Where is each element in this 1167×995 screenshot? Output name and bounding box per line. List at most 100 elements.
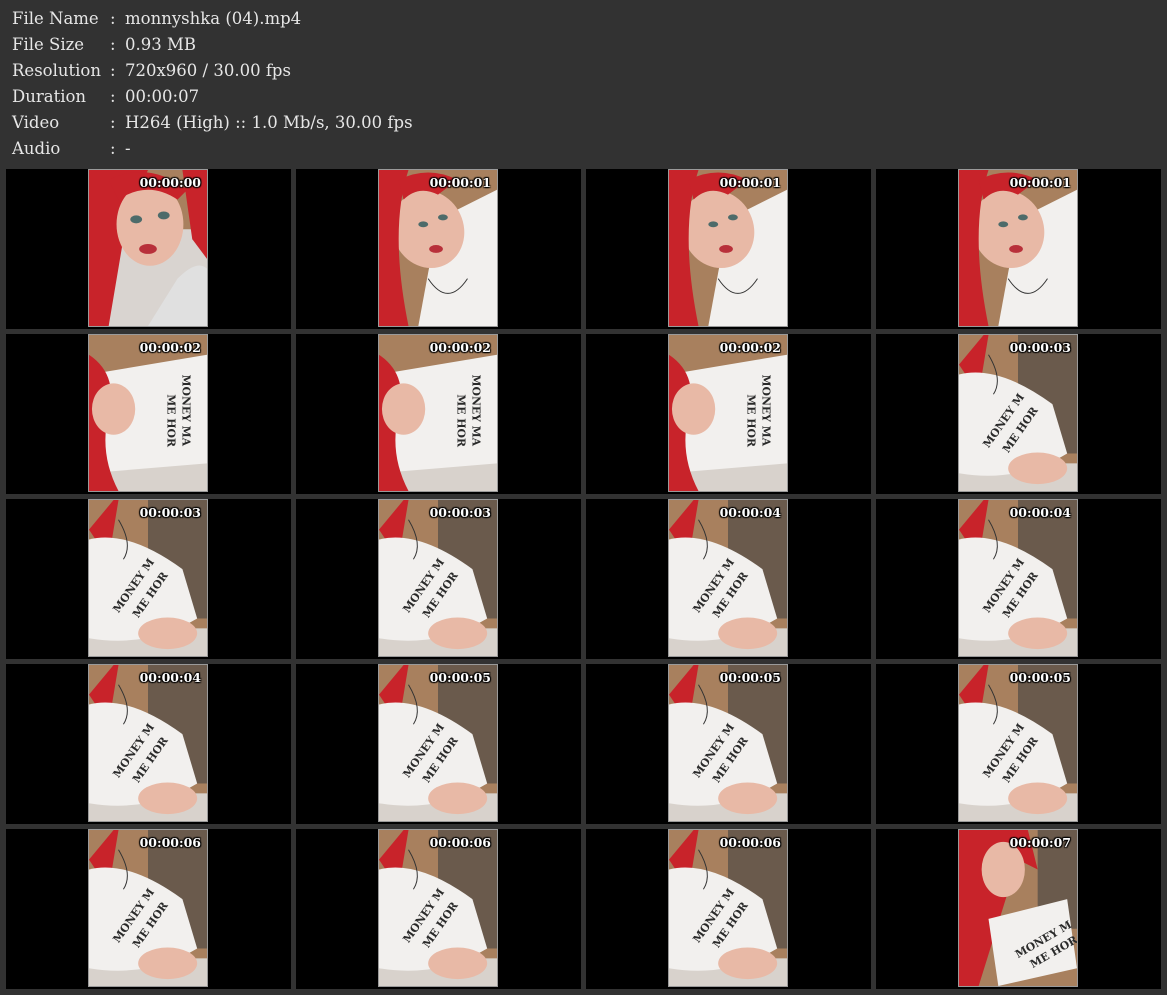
- thumbnail-cell: MONEY M ME HOR 00:00:04: [6, 664, 291, 824]
- frame-timestamp: 00:00:04: [139, 670, 201, 685]
- file-size-label: File Size: [12, 35, 85, 54]
- video-frame-thumbnail: MONEY M ME HOR 00:00:05: [378, 664, 498, 822]
- video-frame-thumbnail: MONEY M ME HOR 00:00:05: [958, 664, 1078, 822]
- svg-text:MONEY MA: MONEY MA: [469, 374, 482, 446]
- thumbnail-cell: 00:00:01: [586, 169, 871, 329]
- frame-timestamp: 00:00:06: [719, 835, 781, 850]
- frame-image: MONEY M ME HOR: [959, 830, 1077, 986]
- frame-image: [89, 170, 207, 326]
- frame-timestamp: 00:00:07: [1009, 835, 1071, 850]
- video-frame-thumbnail: MONEY MA ME HOR 00:00:02: [378, 334, 498, 492]
- thumbnail-cell: MONEY M ME HOR 00:00:03: [876, 334, 1161, 494]
- video-frame-thumbnail: MONEY M ME HOR 00:00:04: [668, 499, 788, 657]
- video-value: H264 (High) :: 1.0 Mb/s, 30.00 fps: [125, 113, 413, 132]
- thumbnail-cell: 00:00:01: [876, 169, 1161, 329]
- video-frame-thumbnail: MONEY M ME HOR 00:00:06: [668, 829, 788, 987]
- duration-label: Duration: [12, 87, 87, 106]
- video-frame-thumbnail: MONEY M ME HOR 00:00:04: [88, 664, 208, 822]
- video-frame-thumbnail: MONEY MA ME HOR 00:00:02: [668, 334, 788, 492]
- thumbnail-cell: MONEY M ME HOR 00:00:06: [296, 829, 581, 989]
- frame-image: MONEY M ME HOR: [89, 500, 207, 656]
- frame-timestamp: 00:00:06: [139, 835, 201, 850]
- file-name-colon: :: [110, 9, 116, 28]
- frame-image: MONEY MA ME HOR: [669, 335, 787, 491]
- resolution-value: 720x960 / 30.00 fps: [125, 61, 291, 80]
- frame-timestamp: 00:00:01: [719, 175, 781, 190]
- audio-colon: :: [110, 139, 116, 158]
- video-frame-thumbnail: 00:00:01: [378, 169, 498, 327]
- video-frame-thumbnail: 00:00:01: [668, 169, 788, 327]
- file-size-colon: :: [110, 35, 116, 54]
- duration-value: 00:00:07: [125, 87, 200, 106]
- file-size-value: 0.93 MB: [125, 35, 197, 54]
- video-frame-thumbnail: MONEY M ME HOR 00:00:05: [668, 664, 788, 822]
- frame-timestamp: 00:00:03: [139, 505, 201, 520]
- video-frame-thumbnail: MONEY M ME HOR 00:00:06: [88, 829, 208, 987]
- video-frame-thumbnail: 00:00:00: [88, 169, 208, 327]
- frame-image: MONEY M ME HOR: [669, 830, 787, 986]
- video-frame-thumbnail: MONEY M ME HOR 00:00:03: [88, 499, 208, 657]
- frame-image: MONEY M ME HOR: [959, 665, 1077, 821]
- file-name-label: File Name: [12, 9, 99, 28]
- video-colon: :: [110, 113, 116, 132]
- frame-image: MONEY M ME HOR: [959, 500, 1077, 656]
- frame-image: MONEY M ME HOR: [89, 665, 207, 821]
- frame-image: MONEY M ME HOR: [669, 665, 787, 821]
- thumbnail-cell: MONEY M ME HOR 00:00:05: [296, 664, 581, 824]
- audio-label: Audio: [12, 139, 61, 158]
- frame-image: [379, 170, 497, 326]
- thumbnail-cell: MONEY M ME HOR 00:00:06: [586, 829, 871, 989]
- video-frame-thumbnail: MONEY MA ME HOR 00:00:02: [88, 334, 208, 492]
- frame-timestamp: 00:00:02: [429, 340, 491, 355]
- svg-text:MONEY MA: MONEY MA: [759, 374, 772, 446]
- thumbnail-cell: MONEY M ME HOR 00:00:05: [586, 664, 871, 824]
- frame-timestamp: 00:00:01: [429, 175, 491, 190]
- thumbnail-grid: 00:00:00 00:00:01 00:00:01 00:00:01 MONE…: [6, 169, 1161, 989]
- resolution-label: Resolution: [12, 61, 101, 80]
- frame-image: MONEY MA ME HOR: [89, 335, 207, 491]
- frame-image: [959, 170, 1077, 326]
- frame-timestamp: 00:00:01: [1009, 175, 1071, 190]
- video-frame-thumbnail: MONEY M ME HOR 00:00:04: [958, 499, 1078, 657]
- frame-image: MONEY M ME HOR: [379, 500, 497, 656]
- frame-image: MONEY M ME HOR: [379, 830, 497, 986]
- thumbnail-cell: 00:00:01: [296, 169, 581, 329]
- frame-timestamp: 00:00:06: [429, 835, 491, 850]
- frame-image: [669, 170, 787, 326]
- frame-image: MONEY M ME HOR: [669, 500, 787, 656]
- frame-timestamp: 00:00:04: [1009, 505, 1071, 520]
- thumbnail-cell: MONEY M ME HOR 00:00:04: [586, 499, 871, 659]
- frame-timestamp: 00:00:05: [429, 670, 491, 685]
- video-frame-thumbnail: MONEY M ME HOR 00:00:06: [378, 829, 498, 987]
- frame-timestamp: 00:00:03: [429, 505, 491, 520]
- thumbnail-cell: MONEY M ME HOR 00:00:05: [876, 664, 1161, 824]
- thumbnail-cell: MONEY M ME HOR 00:00:03: [6, 499, 291, 659]
- frame-image: MONEY M ME HOR: [959, 335, 1077, 491]
- resolution-colon: :: [110, 61, 116, 80]
- svg-text:ME HOR: ME HOR: [455, 394, 468, 448]
- frame-timestamp: 00:00:03: [1009, 340, 1071, 355]
- video-label: Video: [12, 113, 60, 132]
- audio-value: -: [125, 139, 131, 158]
- frame-timestamp: 00:00:02: [139, 340, 201, 355]
- thumbnail-cell: MONEY MA ME HOR 00:00:02: [6, 334, 291, 494]
- info-header: File Name : monnyshka (04).mp4 File Size…: [0, 0, 1167, 168]
- file-name-value: monnyshka (04).mp4: [125, 9, 302, 28]
- thumbnail-cell: MONEY MA ME HOR 00:00:02: [586, 334, 871, 494]
- frame-image: MONEY M ME HOR: [379, 665, 497, 821]
- frame-image: MONEY MA ME HOR: [379, 335, 497, 491]
- frame-timestamp: 00:00:05: [1009, 670, 1071, 685]
- svg-text:MONEY MA: MONEY MA: [179, 374, 192, 446]
- frame-timestamp: 00:00:00: [139, 175, 201, 190]
- thumbnail-cell: MONEY M ME HOR 00:00:06: [6, 829, 291, 989]
- frame-timestamp: 00:00:04: [719, 505, 781, 520]
- video-frame-thumbnail: MONEY M ME HOR 00:00:07: [958, 829, 1078, 987]
- video-frame-thumbnail: MONEY M ME HOR 00:00:03: [958, 334, 1078, 492]
- duration-colon: :: [110, 87, 116, 106]
- video-frame-thumbnail: 00:00:01: [958, 169, 1078, 327]
- thumbnail-cell: MONEY M ME HOR 00:00:07: [876, 829, 1161, 989]
- frame-image: MONEY M ME HOR: [89, 830, 207, 986]
- frame-timestamp: 00:00:05: [719, 670, 781, 685]
- svg-text:ME HOR: ME HOR: [165, 394, 178, 448]
- video-frame-thumbnail: MONEY M ME HOR 00:00:03: [378, 499, 498, 657]
